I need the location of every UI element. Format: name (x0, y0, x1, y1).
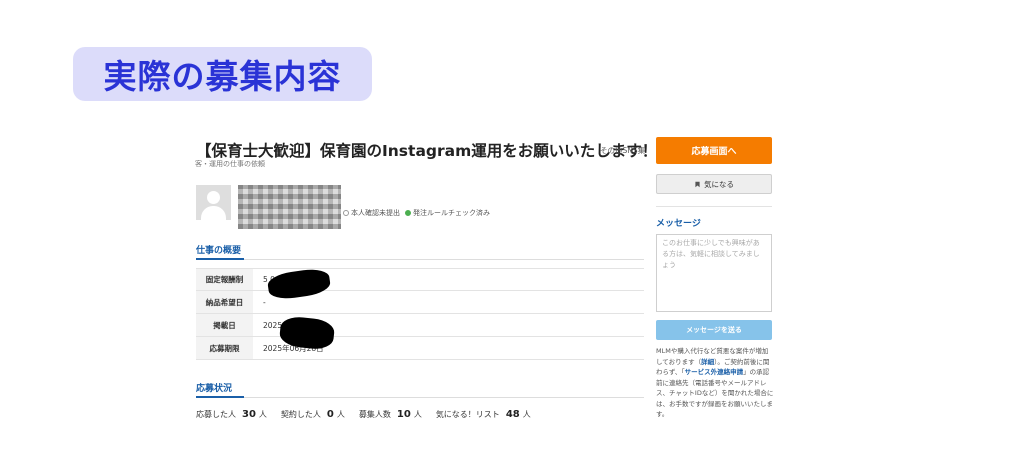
banner-title: 実際の募集内容 (103, 57, 342, 96)
job-title: 【保育士大歓迎】保育園のInstagram運用をお願いいたします！】 (196, 142, 673, 160)
favorite-button-label: 気になる (704, 179, 734, 189)
send-message-button[interactable]: メッセージを送る (656, 320, 772, 340)
table-row: 応募期限 2025年06月28日 (196, 337, 644, 360)
status-heading: 応募状況 (196, 384, 233, 394)
favorite-button[interactable]: 気になる (656, 174, 772, 194)
status-stats: 応募した人 30 人 契約した人 0 人 募集人数 10 人 気になる！リスト … (196, 409, 545, 420)
table-row: 掲載日 2025年06月14日 (196, 314, 644, 337)
stat-unit: 人 (258, 410, 267, 419)
stat-label: 気になる！リスト (435, 410, 500, 419)
apply-button[interactable]: 応募画面へ (656, 137, 772, 164)
table-row: 納品希望日 - (196, 291, 644, 314)
fraud-notice: MLMや購入代行など質悪な案件が増加しております（詳細）。ご契約前後に関わらず、… (656, 346, 774, 420)
identity-status: 本人確認未提出 (343, 208, 400, 218)
stat-value: 30 (242, 409, 256, 420)
status-divider (196, 397, 644, 398)
overview-heading: 仕事の概要 (196, 246, 242, 256)
rule-check-status: 発注ルールチェック済み (405, 208, 490, 218)
stat-value: 10 (396, 409, 411, 420)
stat-label: 募集人数 (358, 410, 391, 419)
rule-check-label: 発注ルールチェック済み (413, 209, 490, 217)
external-contact-request-link[interactable]: サービス外連絡申請 (685, 368, 744, 376)
message-input[interactable] (656, 234, 772, 312)
stat-label: 契約した人 (280, 410, 321, 419)
avatar-body-shape (201, 206, 226, 220)
avatar-head-shape (207, 191, 220, 204)
identity-status-icon (343, 210, 349, 216)
status-underline (196, 396, 244, 398)
stat-value: 0 (326, 409, 334, 420)
stat-unit: 人 (413, 410, 422, 419)
overview-underline (196, 258, 244, 260)
stat-unit: 人 (336, 410, 345, 419)
stat-value: 48 (505, 409, 520, 420)
message-heading: メッセージ (656, 219, 701, 229)
job-title-suffix: その他SNS集 (600, 146, 646, 155)
details-link[interactable]: 詳細 (701, 358, 714, 366)
stat-label: 応募した人 (196, 410, 236, 419)
avatar[interactable] (196, 185, 231, 220)
row-label: 掲載日 (196, 314, 253, 336)
client-name-mosaic (238, 185, 341, 229)
row-value: - (263, 297, 266, 307)
banner: 実際の募集内容 (73, 47, 372, 101)
identity-status-label: 本人確認未提出 (351, 209, 400, 217)
row-label: 納品希望日 (196, 291, 253, 313)
overview-table: 固定報酬制 5 0,000円 納品希望日 - 掲載日 2025年06月14日 応… (196, 268, 644, 360)
check-icon (405, 210, 411, 216)
table-row: 固定報酬制 5 0,000円 (196, 268, 644, 291)
sidebar-divider (656, 206, 772, 207)
stat-unit: 人 (522, 410, 531, 419)
overview-divider (196, 259, 644, 260)
job-category-breadcrumb[interactable]: 客・運用の仕事の依頼 (195, 159, 265, 169)
row-label: 固定報酬制 (196, 269, 253, 290)
row-label: 応募期限 (196, 337, 253, 359)
bookmark-icon (695, 181, 700, 187)
